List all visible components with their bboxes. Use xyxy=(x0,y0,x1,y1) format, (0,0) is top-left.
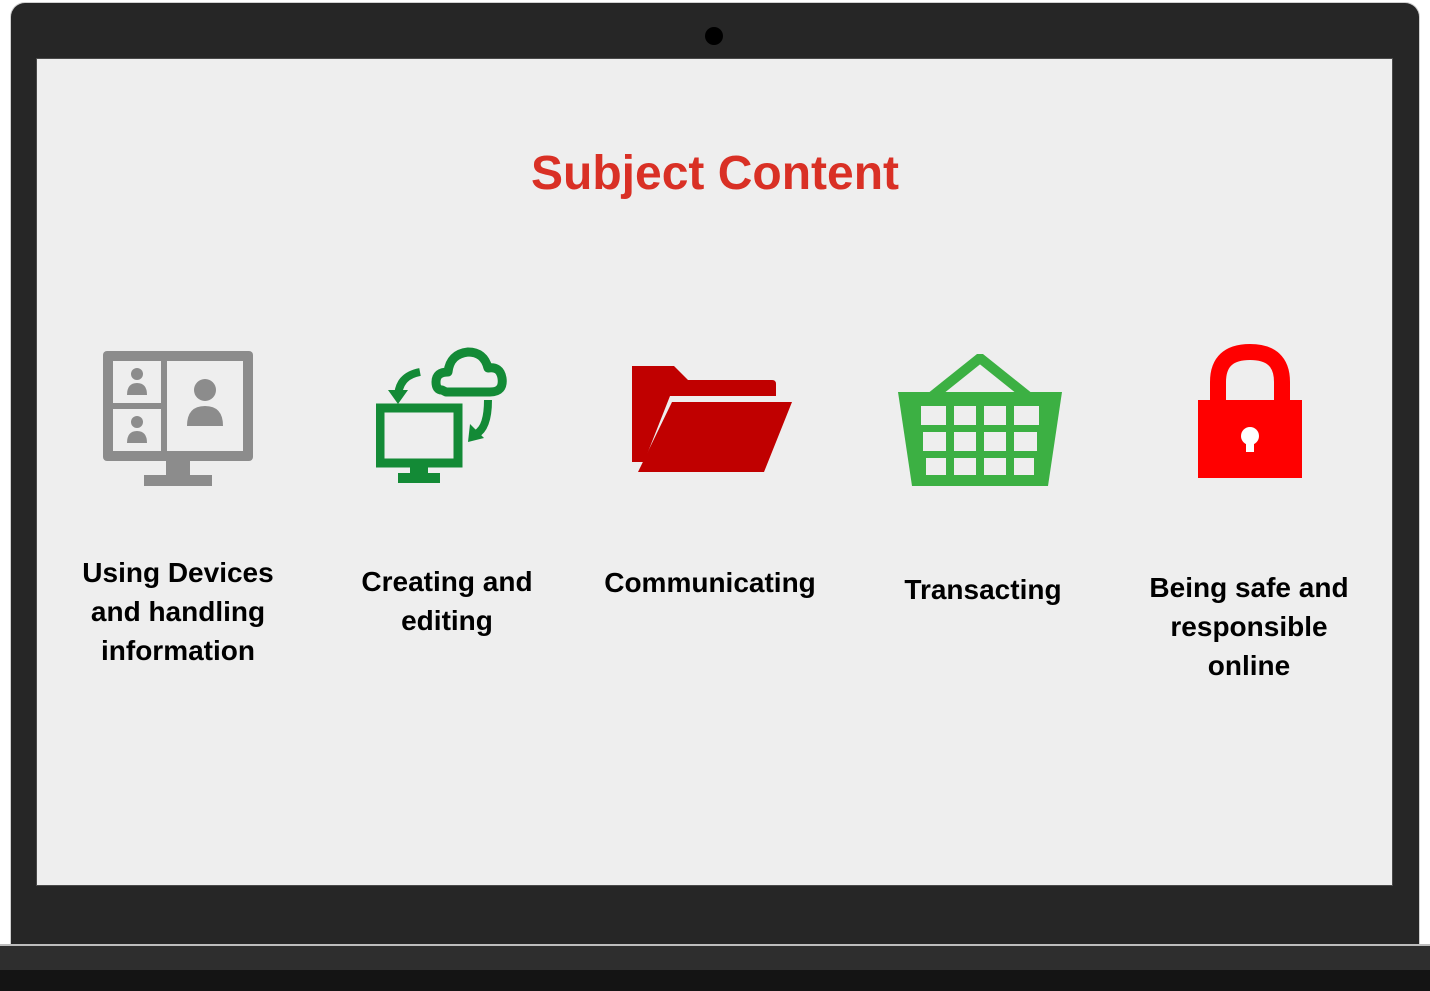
folder-icon xyxy=(630,362,794,483)
topic-label-creating: Creating and editing xyxy=(361,566,533,636)
padlock-icon xyxy=(1196,342,1304,487)
laptop-base-edge xyxy=(0,970,1430,991)
shopping-basket-icon xyxy=(896,353,1064,493)
cloud-sync-icon xyxy=(375,338,526,493)
topic-label-communicating: Communicating xyxy=(604,567,816,598)
camera-dot xyxy=(705,27,723,45)
topic-label-devices: Using Devices and handling information xyxy=(82,557,274,666)
laptop-base xyxy=(0,944,1430,970)
topic-label-transacting: Transacting xyxy=(904,574,1062,605)
page-title: Subject Content xyxy=(531,147,899,200)
video-conference-monitor-icon xyxy=(100,348,256,493)
topic-label-safe: Being safe and responsible online xyxy=(1149,572,1349,681)
